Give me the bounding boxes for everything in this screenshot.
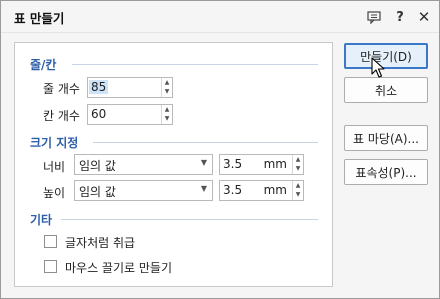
height-mode-select[interactable]: 임의 값 ▼ xyxy=(74,180,213,201)
height-up-arrow[interactable]: ▲ xyxy=(293,181,303,190)
chevron-down-icon: ▼ xyxy=(200,158,207,167)
rows-spinner[interactable]: 85 ▲ ▼ xyxy=(87,77,173,98)
cols-spinner[interactable]: 60 ▲ ▼ xyxy=(87,104,173,125)
width-mode-select[interactable]: 임의 값 ▼ xyxy=(74,154,213,175)
group-divider xyxy=(61,219,318,220)
height-value[interactable]: 3.5 xyxy=(223,183,242,197)
chat-icon[interactable] xyxy=(364,7,384,27)
height-spinner[interactable]: 3.5 mm ▲ ▼ xyxy=(219,180,304,201)
cols-up-arrow[interactable]: ▲ xyxy=(162,105,172,114)
group-title-size: 크기 지정 xyxy=(30,136,79,150)
cols-down-arrow[interactable]: ▼ xyxy=(162,114,172,123)
width-mode-value: 임의 값 xyxy=(79,159,116,173)
group-divider xyxy=(72,64,318,65)
height-down-arrow[interactable]: ▼ xyxy=(293,190,303,199)
chevron-down-icon: ▼ xyxy=(200,184,207,193)
width-unit: mm xyxy=(263,157,287,171)
height-unit: mm xyxy=(263,183,287,197)
dialog-title: 표 만들기 xyxy=(14,11,65,26)
options-panel: 줄/칸 줄 개수 85 ▲ ▼ 칸 개수 60 ▲ ▼ 크기 지정 너비 임의 값 … xyxy=(14,42,333,287)
rows-up-arrow[interactable]: ▲ xyxy=(162,78,172,87)
table-properties-button[interactable]: 표속성(P)... xyxy=(344,159,428,185)
mouse-pointer-icon xyxy=(371,57,385,78)
cancel-button[interactable]: 취소 xyxy=(344,77,428,103)
width-spinner[interactable]: 3.5 mm ▲ ▼ xyxy=(219,154,304,175)
drag-create-checkbox[interactable] xyxy=(44,260,57,273)
rows-label: 줄 개수 xyxy=(43,82,80,96)
width-label: 너비 xyxy=(43,160,66,174)
create-table-dialog: 표 만들기 ? ✕ 줄/칸 줄 개수 85 ▲ ▼ 칸 개수 60 ▲ ▼ 크기 지… xyxy=(0,0,440,299)
height-label: 높이 xyxy=(43,186,66,200)
cols-label: 칸 개수 xyxy=(43,109,80,123)
title-bar: 표 만들기 ? ✕ xyxy=(1,1,439,33)
width-up-arrow[interactable]: ▲ xyxy=(293,155,303,164)
treat-as-char-label[interactable]: 글자처럼 취급 xyxy=(65,234,135,251)
close-button[interactable]: ✕ xyxy=(414,7,434,27)
rows-value[interactable]: 85 xyxy=(89,80,109,94)
height-mode-value: 임의 값 xyxy=(79,185,116,199)
group-title-rows-cols: 줄/칸 xyxy=(30,58,57,72)
width-value[interactable]: 3.5 xyxy=(223,157,242,171)
width-down-arrow[interactable]: ▼ xyxy=(293,164,303,173)
treat-as-char-checkbox[interactable] xyxy=(44,235,57,248)
table-tray-button[interactable]: 표 마당(A)... xyxy=(344,125,428,151)
drag-create-label[interactable]: 마우스 끌기로 만들기 xyxy=(65,259,172,276)
group-divider xyxy=(93,142,318,143)
group-title-etc: 기타 xyxy=(30,213,53,227)
help-button[interactable]: ? xyxy=(390,7,410,27)
cols-value[interactable]: 60 xyxy=(91,107,106,121)
rows-down-arrow[interactable]: ▼ xyxy=(162,87,172,96)
